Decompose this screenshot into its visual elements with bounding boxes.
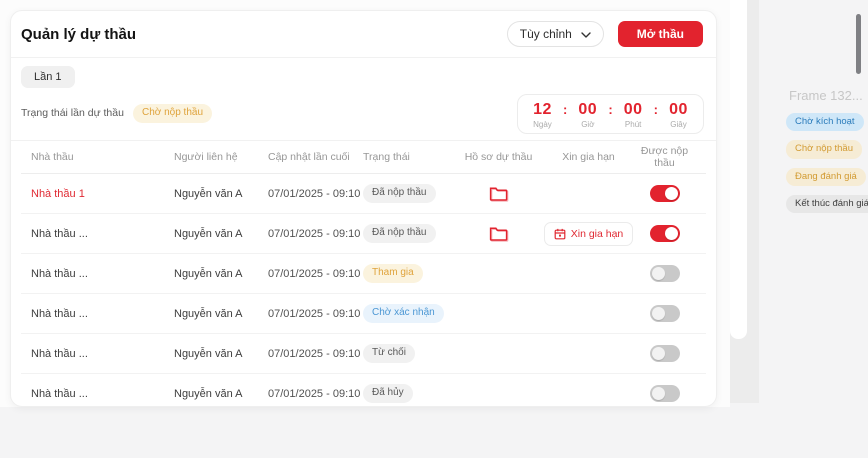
countdown-hours-label: Giờ: [581, 120, 594, 129]
countdown-minutes-label: Phút: [625, 120, 641, 129]
table-header-cell: Được nộp thầu: [631, 145, 698, 169]
status-badge: Đã hủy: [363, 384, 413, 403]
toggle-knob: [652, 347, 665, 360]
extend-deadline-button[interactable]: Xin gia hạn: [544, 222, 634, 246]
table-header-cell: Cập nhật lần cuối: [268, 151, 363, 163]
status-badge: Tham gia: [363, 264, 423, 283]
countdown-hours-value: 00: [578, 101, 597, 119]
last-updated: 07/01/2025 - 09:10: [268, 348, 363, 360]
calendar-icon: [554, 228, 566, 240]
countdown-days-unit: 12 Ngày: [531, 101, 554, 129]
table-row: Nhà thầu ... Nguyễn văn A 07/01/2025 - 0…: [21, 334, 706, 374]
status-badge: Từ chối: [363, 344, 415, 363]
status-legend-frame: Frame 132... Chờ kích hoạt Chờ nộp thầu Đa…: [786, 88, 868, 213]
contact-name: Nguyễn văn A: [174, 228, 268, 240]
round-section: Lần 1 Trạng thái lần dự thầu Chờ nộp thầ…: [11, 58, 716, 141]
frame-label: Frame 132...: [789, 88, 868, 103]
bidder-name: Nhà thầu ...: [31, 228, 88, 240]
status-badge: Đã nộp thầu: [363, 184, 436, 203]
countdown-timer: 12 Ngày : 00 Giờ : 00 Phút : 00 Giây: [517, 94, 704, 134]
toggle-knob: [665, 227, 678, 240]
contact-name: Nguyễn văn A: [174, 308, 268, 320]
last-updated: 07/01/2025 - 09:10: [268, 228, 363, 240]
status-chip: Kết thúc đánh giá: [786, 195, 868, 213]
bidder-name: Nhà thầu ...: [31, 388, 88, 400]
round-status-badge: Chờ nộp thầu: [133, 104, 212, 123]
status-chip: Chờ kích hoạt: [786, 113, 864, 131]
table-header-cell: Trạng thái: [363, 151, 451, 163]
page-title: Quản lý dự thầu: [21, 26, 136, 43]
last-updated: 07/01/2025 - 09:10: [268, 308, 363, 320]
bidder-name: Nhà thầu ...: [31, 348, 88, 360]
bidder-name: Nhà thầu ...: [31, 308, 88, 320]
toggle-knob: [652, 267, 665, 280]
header-actions: Tùy chỉnh Mở thầu: [507, 21, 703, 47]
folder-icon[interactable]: [489, 226, 508, 242]
submit-allowed-toggle[interactable]: [650, 185, 680, 202]
countdown-separator: :: [654, 102, 658, 117]
countdown-minutes-unit: 00 Phút: [622, 101, 645, 129]
submit-allowed-toggle[interactable]: [650, 305, 680, 322]
last-updated: 07/01/2025 - 09:10: [268, 188, 363, 200]
countdown-separator: :: [563, 102, 567, 117]
canvas-scrollbar[interactable]: [856, 14, 861, 74]
toggle-knob: [652, 387, 665, 400]
countdown-days-label: Ngày: [533, 120, 552, 129]
round-status-label: Trạng thái lần dự thầu: [21, 107, 124, 119]
submit-allowed-toggle[interactable]: [650, 265, 680, 282]
submit-allowed-toggle[interactable]: [650, 385, 680, 402]
table-body: Nhà thầu 1 Nguyễn văn A 07/01/2025 - 09:…: [11, 174, 716, 407]
table-row: Nhà thầu 1 Nguyễn văn A 07/01/2025 - 09:…: [21, 174, 706, 214]
customize-label: Tùy chỉnh: [520, 27, 572, 41]
toggle-knob: [652, 307, 665, 320]
countdown-days-value: 12: [533, 101, 552, 119]
status-badge: Đã nộp thầu: [363, 224, 436, 243]
bidder-name: Nhà thầu ...: [31, 268, 88, 280]
contact-name: Nguyễn văn A: [174, 348, 268, 360]
submit-allowed-toggle[interactable]: [650, 225, 680, 242]
table-row: Nhà thầu ... Nguyễn văn A 07/01/2025 - 0…: [21, 294, 706, 334]
card-header: Quản lý dự thầu Tùy chỉnh Mở thầu: [11, 11, 716, 58]
open-bid-button[interactable]: Mở thầu: [618, 21, 703, 47]
countdown-seconds-label: Giây: [670, 120, 686, 129]
status-chip: Chờ nộp thầu: [786, 140, 862, 158]
contact-name: Nguyễn văn A: [174, 268, 268, 280]
folder-icon[interactable]: [489, 186, 508, 202]
table-row: Nhà thầu ... Nguyễn văn A 07/01/2025 - 0…: [21, 374, 706, 407]
table-header-cell: Hồ sơ dự thầu: [451, 151, 546, 163]
extend-label: Xin gia hạn: [571, 228, 624, 240]
round-tab-lan-1[interactable]: Lần 1: [21, 66, 75, 88]
chevron-down-icon: [581, 27, 591, 41]
table-header-cell: Người liên hệ: [174, 151, 268, 163]
countdown-hours-unit: 00 Giờ: [576, 101, 599, 129]
last-updated: 07/01/2025 - 09:10: [268, 268, 363, 280]
submit-allowed-toggle[interactable]: [650, 345, 680, 362]
table-header-row: Nhà thầuNgười liên hệCập nhật lần cuốiTr…: [21, 141, 706, 174]
countdown-separator: :: [608, 102, 612, 117]
contact-name: Nguyễn văn A: [174, 188, 268, 200]
toggle-knob: [665, 187, 678, 200]
contact-name: Nguyễn văn A: [174, 388, 268, 400]
status-chip-list: Chờ kích hoạt Chờ nộp thầu Đang đánh giá Kế…: [786, 113, 868, 213]
countdown-minutes-value: 00: [624, 101, 643, 119]
side-frame-edge: [730, 0, 747, 339]
bidder-name: Nhà thầu 1: [31, 188, 85, 200]
status-chip: Đang đánh giá: [786, 168, 866, 186]
countdown-seconds-unit: 00 Giây: [667, 101, 690, 129]
countdown-seconds-value: 00: [669, 101, 688, 119]
table-row: Nhà thầu ... Nguyễn văn A 07/01/2025 - 0…: [21, 254, 706, 294]
table-row: Nhà thầu ... Nguyễn văn A 07/01/2025 - 0…: [21, 214, 706, 254]
table-header-cell: Xin gia hạn: [546, 151, 631, 163]
status-badge: Chờ xác nhận: [363, 304, 444, 323]
last-updated: 07/01/2025 - 09:10: [268, 388, 363, 400]
customize-dropdown[interactable]: Tùy chỉnh: [507, 21, 604, 47]
bid-management-card: Quản lý dự thầu Tùy chỉnh Mở thầu Lần 1 …: [10, 10, 717, 407]
table-header-cell: Nhà thầu: [31, 151, 174, 163]
